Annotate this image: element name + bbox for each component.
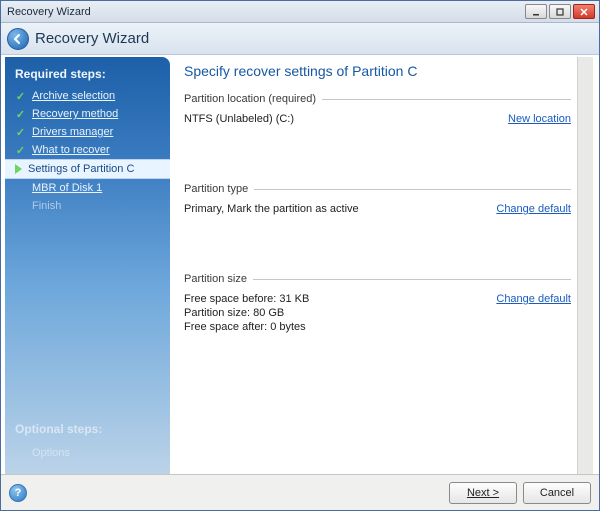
main-content: Specify recover settings of Partition C …: [170, 57, 577, 474]
step-what-to-recover[interactable]: ✓ What to recover: [5, 141, 170, 159]
divider: [322, 99, 571, 100]
back-button[interactable]: [7, 28, 29, 50]
step-settings-partition-c[interactable]: Settings of Partition C: [5, 159, 170, 179]
vertical-scrollbar[interactable]: [577, 57, 593, 474]
step-label: Finish: [32, 200, 61, 212]
step-recovery-method[interactable]: ✓ Recovery method: [5, 105, 170, 123]
change-default-size-link[interactable]: Change default: [496, 293, 571, 305]
step-drivers-manager[interactable]: ✓ Drivers manager: [5, 123, 170, 141]
change-default-type-link[interactable]: Change default: [496, 203, 571, 215]
free-space-before: Free space before: 31 KB: [184, 293, 309, 305]
step-label: Settings of Partition C: [28, 163, 134, 175]
required-steps-header: Required steps:: [5, 65, 170, 87]
step-label: MBR of Disk 1: [32, 182, 102, 194]
sidebar: Required steps: ✓ Archive selection ✓ Re…: [5, 57, 170, 474]
maximize-button[interactable]: [549, 4, 571, 19]
check-icon: ✓: [15, 145, 26, 156]
partition-size: Partition size: 80 GB: [184, 307, 309, 319]
main-title: Specify recover settings of Partition C: [184, 63, 571, 79]
window-buttons: [525, 4, 595, 19]
divider: [254, 189, 571, 190]
help-icon: ?: [15, 487, 22, 499]
arrow-right-icon: [15, 164, 22, 174]
section-heading-text: Partition size: [184, 273, 247, 285]
new-location-link[interactable]: New location: [508, 113, 571, 125]
window-title: Recovery Wizard: [5, 6, 525, 18]
section-heading-text: Partition location (required): [184, 93, 316, 105]
step-archive-selection[interactable]: ✓ Archive selection: [5, 87, 170, 105]
section-partition-size: Partition size Free space before: 31 KB …: [184, 273, 571, 335]
step-label: Archive selection: [32, 90, 115, 102]
minimize-button[interactable]: [525, 4, 547, 19]
cancel-button[interactable]: Cancel: [523, 482, 591, 504]
check-icon: ✓: [15, 91, 26, 102]
optional-steps-header: Optional steps:: [5, 420, 112, 442]
header-bar: Recovery Wizard: [1, 23, 599, 55]
section-partition-location: Partition location (required) NTFS (Unla…: [184, 93, 571, 125]
arrow-left-icon: [12, 33, 24, 45]
step-mbr-disk-1[interactable]: MBR of Disk 1: [5, 179, 170, 197]
wizard-window: Recovery Wizard Recovery Wizard Required…: [0, 0, 600, 511]
step-label: Options: [32, 447, 70, 459]
step-options: Options: [5, 444, 170, 462]
body-area: Required steps: ✓ Archive selection ✓ Re…: [1, 55, 599, 474]
step-finish: Finish: [5, 197, 170, 215]
page-title: Recovery Wizard: [35, 30, 149, 47]
section-heading: Partition size: [184, 273, 571, 285]
titlebar: Recovery Wizard: [1, 1, 599, 23]
footer: ? Next > Cancel: [1, 474, 599, 510]
free-space-after: Free space after: 0 bytes: [184, 321, 309, 333]
step-label: Drivers manager: [32, 126, 113, 138]
check-icon: ✓: [15, 127, 26, 138]
help-button[interactable]: ?: [9, 484, 27, 502]
section-heading: Partition location (required): [184, 93, 571, 105]
blank-icon: [15, 448, 26, 459]
check-icon: ✓: [15, 109, 26, 120]
next-button[interactable]: Next >: [449, 482, 517, 504]
section-partition-type: Partition type Primary, Mark the partiti…: [184, 183, 571, 215]
close-button[interactable]: [573, 4, 595, 19]
section-heading-text: Partition type: [184, 183, 248, 195]
step-label: What to recover: [32, 144, 110, 156]
partition-location-value: NTFS (Unlabeled) (C:): [184, 113, 294, 125]
divider: [253, 279, 571, 280]
partition-type-value: Primary, Mark the partition as active: [184, 203, 359, 215]
blank-icon: [15, 201, 26, 212]
step-label: Recovery method: [32, 108, 118, 120]
section-heading: Partition type: [184, 183, 571, 195]
blank-icon: [15, 183, 26, 194]
partition-size-lines: Free space before: 31 KB Partition size:…: [184, 293, 309, 335]
